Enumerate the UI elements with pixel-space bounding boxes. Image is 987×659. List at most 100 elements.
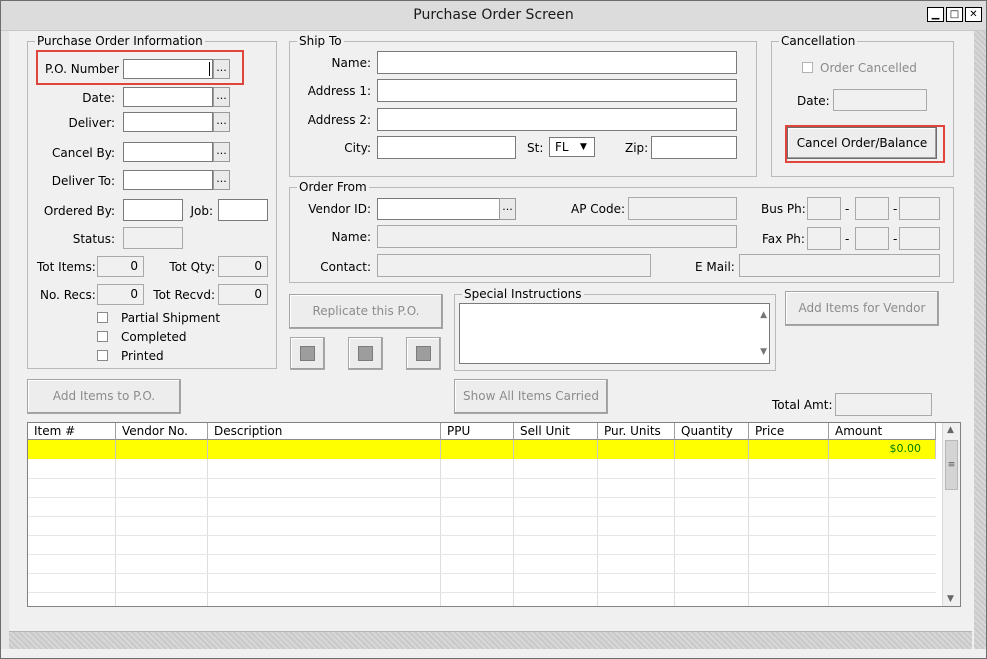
status-label: Status: [72,232,115,246]
replicate-po-button[interactable]: Replicate this P.O. [289,294,443,329]
vendor-id-input[interactable] [377,198,500,220]
bus-ph-prefix-field [855,197,889,220]
cell-sell-unit[interactable] [514,440,598,459]
grid-line [828,459,829,606]
cancel-by-label: Cancel By: [52,146,115,160]
vendor-id-lookup-button[interactable]: ... [499,198,516,220]
cell-ppu[interactable] [441,440,514,459]
ship-city-input[interactable] [377,136,516,159]
cell-amount[interactable]: $0.00 [829,440,936,459]
maximize-icon[interactable]: □ [946,7,963,22]
scroll-down-icon[interactable]: ▼ [947,594,954,604]
tot-qty-field: 0 [218,256,268,277]
order-cancelled-label: Order Cancelled [820,61,917,75]
col-quantity[interactable]: Quantity [675,423,749,440]
ship-to-title: Ship To [297,34,344,48]
printed-checkbox[interactable] [97,350,108,361]
col-item-number[interactable]: Item # [28,423,116,440]
deliver-to-input[interactable] [123,170,213,190]
ordered-by-input[interactable] [123,199,183,221]
date-picker-button[interactable]: ... [213,87,230,107]
deliver-to-label: Deliver To: [51,174,115,188]
cell-description[interactable] [208,440,441,459]
cell-item-number[interactable] [28,440,116,459]
col-amount[interactable]: Amount [829,423,936,440]
ship-zip-input[interactable] [651,136,737,159]
scroll-up-icon[interactable]: ▲ [760,306,767,324]
completed-checkbox[interactable] [97,331,108,342]
checklist-button[interactable] [406,337,441,370]
show-all-items-button[interactable]: Show All Items Carried [454,379,608,414]
grid-line [513,459,514,606]
document-search-button[interactable] [348,337,383,370]
tot-recvd-label: Tot Recvd: [153,288,215,302]
col-vendor-no[interactable]: Vendor No. [116,423,208,440]
ship-state-label: St: [527,141,544,155]
col-price[interactable]: Price [749,423,829,440]
order-cancelled-checkbox[interactable] [802,62,813,73]
deliver-to-lookup-button[interactable]: ... [213,170,230,190]
status-field [123,227,183,249]
special-instructions-textarea[interactable]: ▲ ▼ [459,303,770,364]
grid-line [28,478,936,479]
form-client-area: Purchase Order Information P.O. Number .… [9,31,972,629]
no-recs-field: 0 [97,284,144,305]
ship-address2-input[interactable] [377,108,737,131]
deliver-picker-button[interactable]: ... [213,112,230,132]
ship-state-select[interactable]: FL ▼ [549,137,595,157]
grid-scrollbar[interactable]: ▲ ≡ ▼ [942,423,960,606]
cell-quantity[interactable] [675,440,749,459]
notes-icon [300,346,315,361]
col-description[interactable]: Description [208,423,441,440]
notes-button[interactable] [290,337,325,370]
add-items-for-vendor-button[interactable]: Add Items for Vendor [785,291,939,326]
bus-ph-label: Bus Ph: [761,202,806,216]
completed-label: Completed [121,330,187,344]
grid-line [28,592,936,593]
close-icon[interactable]: ✕ [965,7,982,22]
cell-pur-units[interactable] [598,440,675,459]
ship-address1-input[interactable] [377,79,737,102]
col-ppu[interactable]: PPU [441,423,514,440]
vendor-id-label: Vendor ID: [308,202,371,216]
cell-vendor-no[interactable] [116,440,208,459]
scroll-down-icon[interactable]: ▼ [760,343,767,361]
deliver-label: Deliver: [68,116,115,130]
grid-line [207,459,208,606]
scrollbar-thumb[interactable]: ≡ [945,440,958,490]
items-grid[interactable]: Item # Vendor No. Description PPU Sell U… [27,422,961,607]
ship-name-label: Name: [331,56,371,70]
col-sell-unit[interactable]: Sell Unit [514,423,598,440]
fax-ph-area-field [807,227,841,250]
cancel-by-picker-button[interactable]: ... [213,142,230,162]
ap-code-field [628,197,737,220]
tot-items-field: 0 [97,256,144,277]
checklist-icon [416,346,431,361]
cell-price[interactable] [749,440,829,459]
fax-ph-dash-1: - [845,232,850,246]
tot-qty-label: Tot Qty: [169,260,215,274]
grid-line [28,497,936,498]
table-row[interactable]: $0.00 [28,440,936,459]
grid-line [28,554,936,555]
ship-name-input[interactable] [377,51,737,74]
date-input[interactable] [123,87,213,107]
right-border [974,31,986,649]
scroll-up-icon[interactable]: ▲ [947,425,954,435]
contact-label: Contact: [320,260,371,274]
deliver-input[interactable] [123,112,213,132]
partial-shipment-checkbox[interactable] [97,312,108,323]
cancel-date-label: Date: [797,94,830,108]
vendor-name-label: Name: [331,230,371,244]
fax-ph-label: Fax Ph: [762,232,805,246]
add-items-to-po-button[interactable]: Add Items to P.O. [27,379,181,414]
chevron-down-icon[interactable]: ▼ [580,138,587,156]
cancel-by-input[interactable] [123,142,213,162]
job-input[interactable] [218,199,268,221]
col-pur-units[interactable]: Pur. Units [598,423,675,440]
grid-line [28,535,936,536]
minimize-icon[interactable]: ▁ [927,7,944,22]
tot-items-label: Tot Items: [37,260,96,274]
ship-address2-label: Address 2: [307,113,371,127]
ship-city-label: City: [344,141,371,155]
